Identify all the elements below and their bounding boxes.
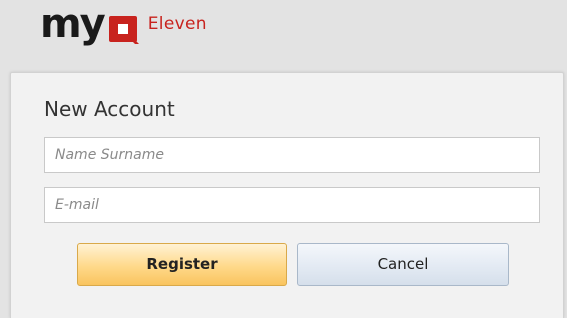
new-account-panel: New Account Register Cancel: [10, 72, 564, 318]
email-input[interactable]: [44, 187, 540, 223]
name-surname-input[interactable]: [44, 137, 540, 173]
brand-eleven-text: Eleven: [147, 14, 207, 34]
brand-logo: my Eleven: [40, 1, 207, 47]
cancel-button[interactable]: Cancel: [297, 243, 509, 286]
panel-title: New Account: [44, 97, 175, 121]
register-button[interactable]: Register: [77, 243, 287, 286]
brand-my-text: my: [40, 1, 106, 47]
q-logo-icon: [108, 15, 140, 45]
